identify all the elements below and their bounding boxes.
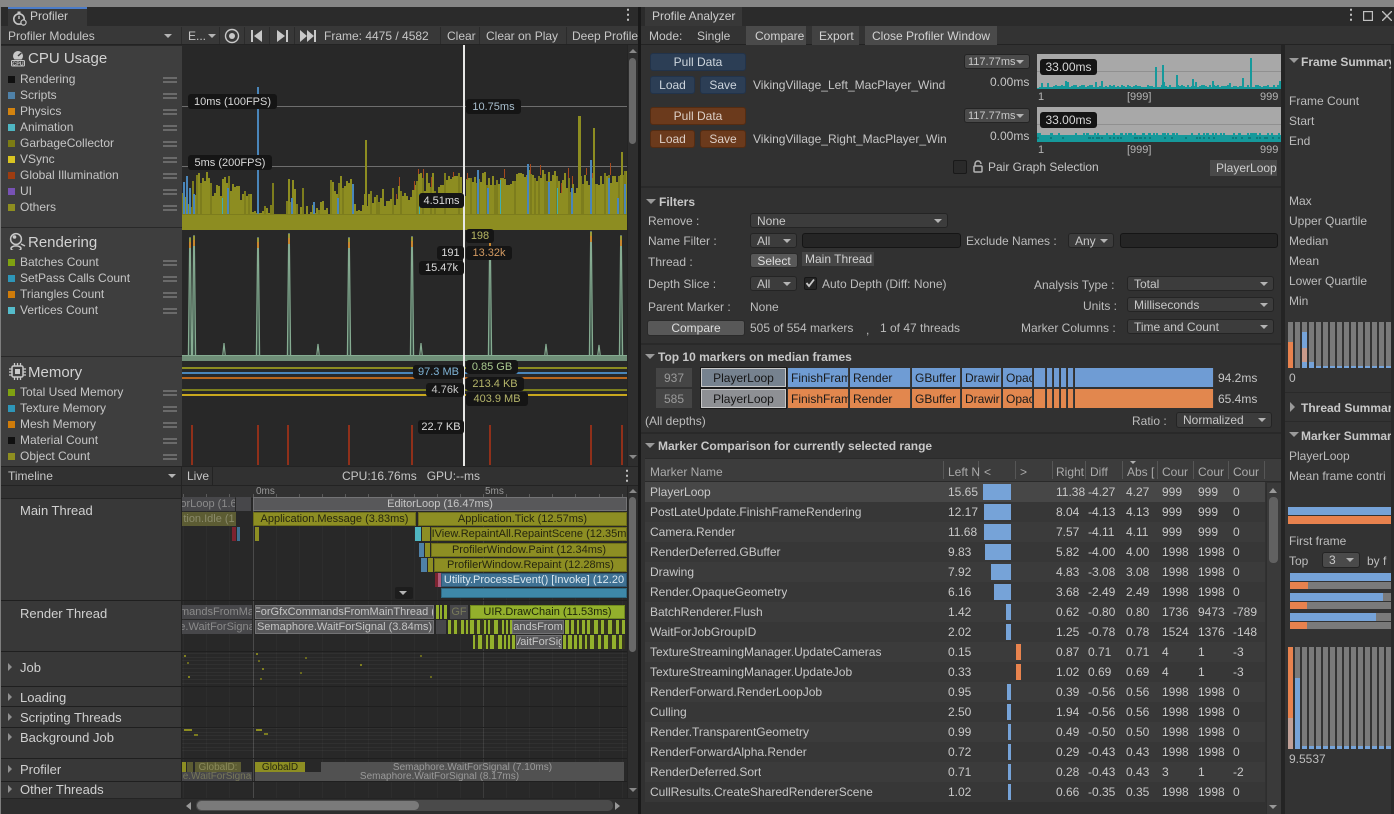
svg-text:CPU: CPU [12, 62, 23, 67]
